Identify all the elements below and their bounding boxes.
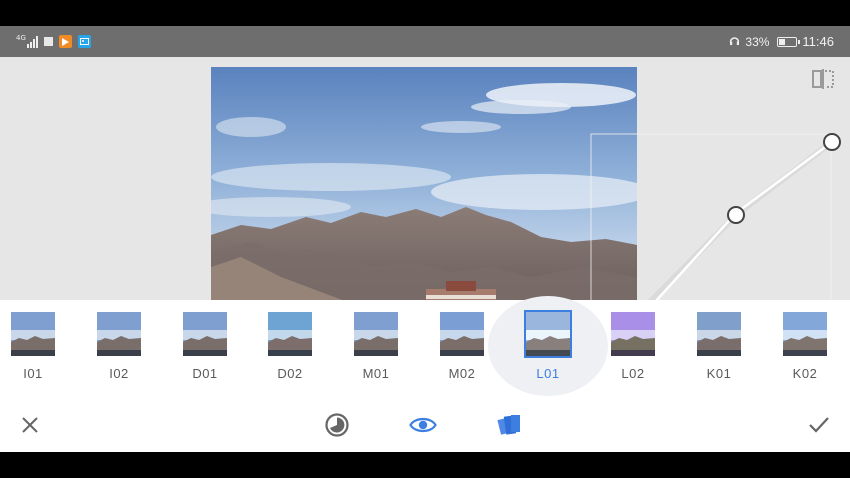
filter-label: I01 <box>23 366 43 381</box>
filter-thumbnail <box>440 312 484 356</box>
status-bar: 4G 33% 11:46 <box>0 26 850 57</box>
eye-icon[interactable] <box>408 410 438 440</box>
filter-i01[interactable]: I01 <box>0 300 76 398</box>
filter-thumbnail <box>97 312 141 356</box>
filter-thumbnail <box>697 312 741 356</box>
filter-d02[interactable]: D02 <box>247 300 333 398</box>
headset-icon <box>729 35 740 49</box>
signal-icon: 4G <box>16 35 38 48</box>
filter-label: M02 <box>448 366 476 381</box>
filter-d01[interactable]: D01 <box>162 300 248 398</box>
styles-icon[interactable] <box>494 410 524 440</box>
compare-split-icon[interactable] <box>810 67 836 91</box>
filter-thumbnail <box>11 312 55 356</box>
notification-square-icon <box>43 37 53 46</box>
filter-m01[interactable]: M01 <box>333 300 419 398</box>
filter-strip[interactable]: I01 I02 D01 D02 M01 M02 L01 L02 K01 K02 <box>0 296 850 398</box>
filter-label: K01 <box>706 366 732 381</box>
landscape-photo <box>211 67 637 300</box>
check-icon[interactable] <box>804 410 834 440</box>
filter-label: K02 <box>792 366 818 381</box>
filter-label: D01 <box>192 366 218 381</box>
filter-label: L02 <box>621 366 645 381</box>
letterbox-top <box>0 0 850 26</box>
battery-icon <box>777 36 801 47</box>
status-right: 33% 11:46 <box>729 33 834 50</box>
video-app-icon <box>58 35 72 48</box>
filter-l02[interactable]: L02 <box>590 300 676 398</box>
filter-label: L01 <box>536 366 560 381</box>
filter-k02[interactable]: K02 <box>762 300 848 398</box>
gallery-app-icon <box>77 35 91 48</box>
filter-thumbnail <box>524 310 572 358</box>
filter-thumbnail <box>268 312 312 356</box>
bottom-toolbar <box>0 398 850 452</box>
filter-i02[interactable]: I02 <box>76 300 162 398</box>
close-icon[interactable] <box>15 410 45 440</box>
filter-thumbnail <box>183 312 227 356</box>
filter-label: D02 <box>277 366 303 381</box>
battery-percent: 33% <box>745 34 770 49</box>
tone-dial-icon[interactable] <box>322 410 352 440</box>
filter-label: I02 <box>109 366 129 381</box>
filter-thumbnail <box>783 312 827 356</box>
clock: 11:46 <box>802 34 834 49</box>
curve-control-point-mid[interactable] <box>727 206 745 224</box>
filter-thumbnail <box>354 312 398 356</box>
filter-label: M01 <box>362 366 390 381</box>
filter-thumbnail <box>611 312 655 356</box>
editor-canvas[interactable] <box>0 57 850 300</box>
filter-k01[interactable]: K01 <box>676 300 762 398</box>
status-left: 4G <box>16 33 91 50</box>
curve-control-point-top[interactable] <box>823 133 841 151</box>
network-type: 4G <box>16 34 26 42</box>
letterbox-bottom <box>0 452 850 478</box>
photo-preview[interactable] <box>211 67 637 300</box>
filter-l01[interactable]: L01 <box>488 296 608 398</box>
